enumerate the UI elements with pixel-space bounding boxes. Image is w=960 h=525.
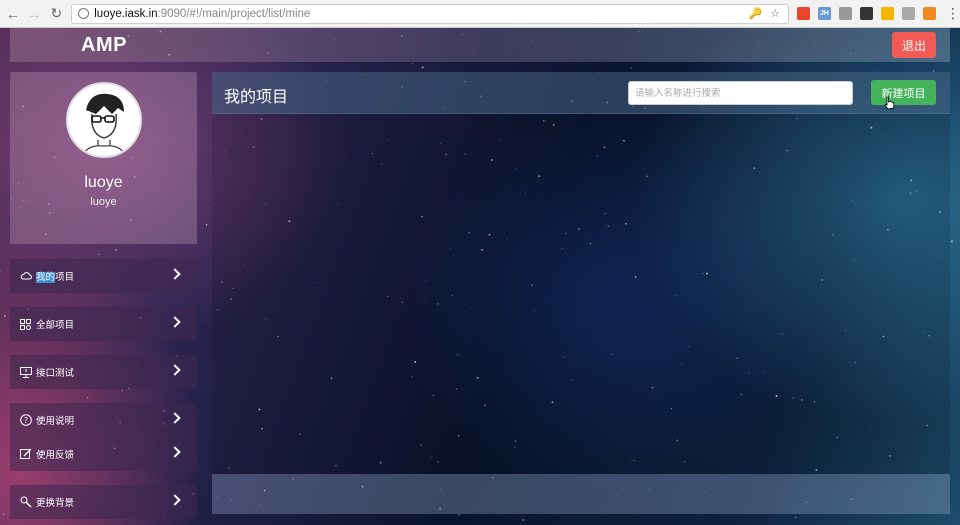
- app-logo: AMP: [81, 33, 127, 56]
- back-icon[interactable]: ←: [4, 5, 22, 23]
- reload-icon[interactable]: ↻: [48, 5, 66, 23]
- project-list-area: [212, 114, 950, 474]
- grid-icon: [19, 318, 32, 331]
- cloud-icon: [19, 270, 32, 283]
- search-input[interactable]: [628, 81, 853, 105]
- sidebar-item-api-test[interactable]: 接口测试: [10, 355, 197, 389]
- chevron-right-icon: [169, 412, 181, 424]
- android-extension-icon[interactable]: [902, 7, 916, 20]
- chevron-right-icon: [169, 494, 181, 506]
- jh-extension-icon[interactable]: JH: [818, 7, 832, 20]
- forward-icon[interactable]: →: [26, 5, 44, 23]
- sidebar-item-label: 接口测试: [36, 368, 75, 379]
- yellow-extension-icon[interactable]: [881, 7, 895, 20]
- chevron-right-icon: [169, 364, 181, 376]
- chevron-right-icon: [169, 316, 181, 328]
- project-list-header: 我的项目 新建项目: [212, 72, 950, 114]
- page-title: 我的项目: [224, 89, 289, 106]
- app-header: AMP 退出: [10, 28, 950, 62]
- sidebar-item-label: 我的项目: [36, 272, 75, 283]
- edit-icon: [19, 448, 32, 461]
- qr-extension-icon[interactable]: [860, 7, 874, 20]
- avatar[interactable]: [66, 82, 142, 158]
- opera-icon[interactable]: [797, 7, 811, 20]
- sidebar-item-usage-guide[interactable]: ? 使用说明: [10, 403, 197, 437]
- project-list-footer: [212, 474, 950, 514]
- menu-group-background: 更换背景: [10, 485, 197, 519]
- chart-extension-icon[interactable]: [923, 7, 937, 20]
- menu-group-help: ? 使用说明 使用反馈: [10, 403, 197, 471]
- wrench-icon: [19, 496, 32, 509]
- monitor-icon: [19, 366, 32, 379]
- sidebar-item-feedback[interactable]: 使用反馈: [10, 437, 197, 471]
- url-text: luoye.iask.in:9090/#!/main/project/list/…: [94, 7, 311, 20]
- new-project-button[interactable]: 新建项目: [871, 80, 936, 105]
- sidebar-item-label: 更换背景: [36, 498, 75, 509]
- browser-menu-icon[interactable]: ⋮: [946, 5, 960, 22]
- sidebar-item-change-background[interactable]: 更换背景: [10, 485, 197, 519]
- extensions-bar: JH: [797, 7, 944, 20]
- sidebar-item-label: 使用反馈: [36, 450, 75, 461]
- chevron-right-icon: [169, 446, 181, 458]
- browser-toolbar: ← → ↻ luoye.iask.in:9090/#!/main/project…: [0, 0, 960, 28]
- address-bar[interactable]: luoye.iask.in:9090/#!/main/project/list/…: [71, 3, 790, 24]
- logout-button[interactable]: 退出: [892, 32, 936, 58]
- profile-name: luoye: [84, 174, 123, 191]
- menu-group-my-projects: 我的项目: [10, 259, 197, 293]
- site-info-icon[interactable]: [78, 8, 90, 19]
- menu-group-api-test: 接口测试: [10, 355, 197, 389]
- question-circle-icon: ?: [19, 414, 32, 427]
- sidebar-item-label: 全部项目: [36, 320, 75, 331]
- svg-text:?: ?: [23, 416, 27, 425]
- key-icon[interactable]: 🔑: [748, 7, 762, 20]
- hand-cursor-icon: [884, 96, 895, 110]
- sidebar-item-label: 使用说明: [36, 416, 75, 427]
- sidebar-item-all-projects[interactable]: 全部项目: [10, 307, 197, 341]
- profile-username: luoye: [90, 196, 117, 208]
- menu-group-all-projects: 全部项目: [10, 307, 197, 341]
- chevron-right-icon: [169, 268, 181, 280]
- profile-card: luoye luoye: [10, 72, 197, 244]
- avatar-sketch-icon: [81, 93, 127, 156]
- circle-extension-icon[interactable]: [839, 7, 853, 20]
- sidebar-item-my-projects[interactable]: 我的项目: [10, 259, 197, 293]
- bookmark-star-icon[interactable]: ☆: [770, 7, 780, 20]
